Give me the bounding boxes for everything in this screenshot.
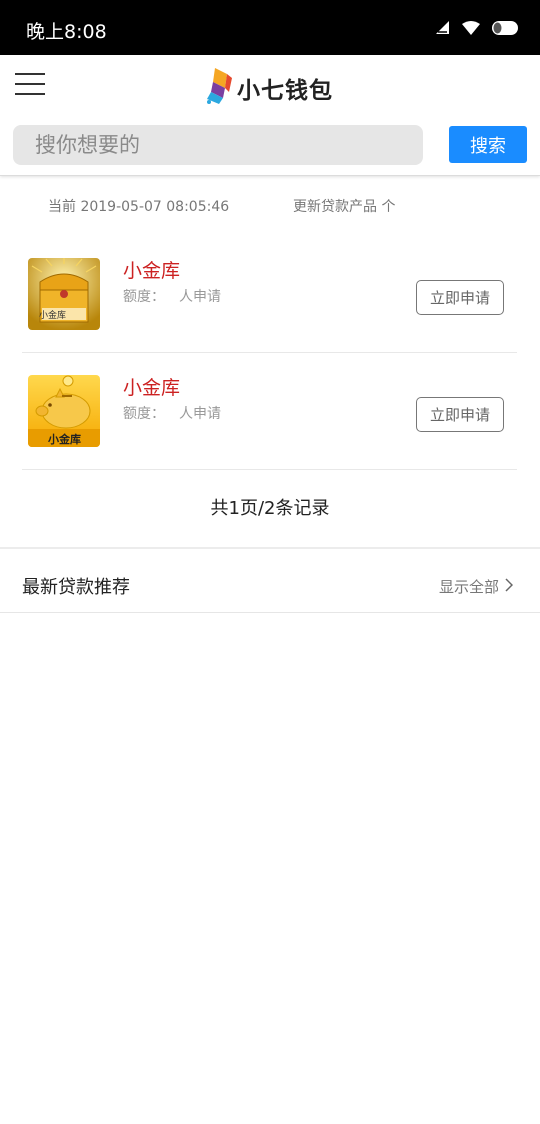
current-time-text: 当前 2019-05-07 08:05:46 xyxy=(48,199,230,215)
product-item[interactable]: 小金库 小金库 额度： 人申请 立即申请 xyxy=(22,353,517,470)
hamburger-menu-icon[interactable] xyxy=(15,73,45,97)
update-count-text: 更新贷款产品 个 xyxy=(293,199,396,215)
product-quota: 额度： 人申请 xyxy=(123,403,221,423)
quota-label: 额度： xyxy=(123,406,165,422)
logo-text: 小七钱包 xyxy=(237,78,333,104)
quota-value: 人申请 xyxy=(179,406,221,422)
battery-icon xyxy=(492,20,518,39)
product-name[interactable]: 小金库 xyxy=(123,256,180,283)
product-quota: 额度： 人申请 xyxy=(123,286,221,306)
status-bar: 晚上8:08 xyxy=(0,0,540,55)
show-all-label: 显示全部 xyxy=(438,578,499,596)
product-name[interactable]: 小金库 xyxy=(123,373,180,400)
search-input[interactable] xyxy=(13,125,423,165)
recommend-section-header: 最新贷款推荐 显示全部 xyxy=(0,549,540,613)
chevron-right-icon xyxy=(505,577,514,596)
status-icons xyxy=(436,20,518,39)
quota-value: 人申请 xyxy=(179,289,221,305)
product-icon-label: 小金库 xyxy=(48,433,81,446)
recommend-title: 最新贷款推荐 xyxy=(22,577,130,598)
show-all-link[interactable]: 显示全部 xyxy=(438,576,514,597)
search-button[interactable]: 搜索 xyxy=(449,126,527,163)
status-time: 晚上8:08 xyxy=(26,21,107,43)
quota-label: 额度： xyxy=(123,289,165,305)
apply-button[interactable]: 立即申请 xyxy=(416,397,504,432)
signal-icon xyxy=(436,20,450,39)
logo-icon xyxy=(205,66,233,110)
info-line: 当前 2019-05-07 08:05:46 更新贷款产品 个 xyxy=(0,196,540,218)
app-header: 小七钱包 搜索 xyxy=(0,55,540,176)
product-icon-label: 小金库 xyxy=(39,311,67,321)
wifi-icon xyxy=(462,20,480,39)
pagination-text: 共1页/2条记录 xyxy=(210,498,330,519)
apply-button[interactable]: 立即申请 xyxy=(416,280,504,315)
app-logo: 小七钱包 xyxy=(205,67,333,109)
product-item[interactable]: 小金库 小金库 额度： 人申请 立即申请 xyxy=(22,236,517,353)
